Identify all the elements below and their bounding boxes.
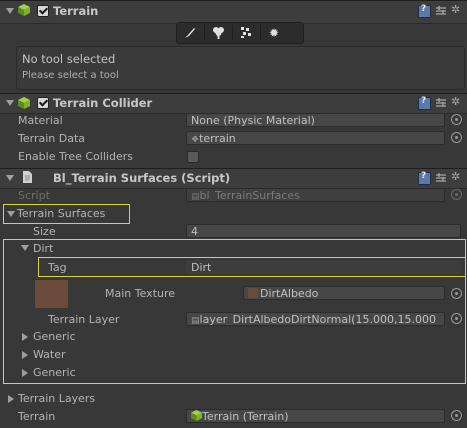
tag-field[interactable]: Dirt <box>186 260 461 274</box>
script-help-icon[interactable] <box>418 171 431 185</box>
size-field[interactable]: 4 <box>186 224 461 238</box>
terrain-ref-picker-icon[interactable] <box>451 410 462 421</box>
tag-label: Tag <box>48 261 67 274</box>
terrain-ref-icon <box>191 410 202 421</box>
terrain-title: Terrain <box>53 4 99 18</box>
material-label: Material <box>18 114 63 127</box>
script-foldout-arrow[interactable] <box>6 175 14 181</box>
dirt-foldout-arrow[interactable] <box>21 245 29 251</box>
main-texture-swatch <box>248 288 258 298</box>
terrain-enabled-checkbox[interactable] <box>37 5 49 17</box>
collider-foldout-arrow[interactable] <box>6 100 14 106</box>
script-field: ▤bl_TerrainSurfaces <box>186 188 445 202</box>
terrain-ref-label: Terrain <box>18 410 56 423</box>
tree-colliders-label: Enable Tree Colliders <box>18 150 133 163</box>
toolbar-divider <box>204 25 205 40</box>
toolbar-divider <box>260 25 261 40</box>
terrain-data-asset-icon: ❖ <box>191 135 200 145</box>
water-foldout-arrow[interactable] <box>22 351 28 359</box>
terrain-ref-value: Terrain (Terrain) <box>202 410 289 423</box>
script-value: bl_TerrainSurfaces <box>199 189 300 202</box>
terrain-layer-picker-icon[interactable] <box>451 313 462 324</box>
terrain-presets-icon[interactable] <box>435 5 447 17</box>
generic-foldout-arrow[interactable] <box>22 369 28 377</box>
terrain-data-picker-icon[interactable] <box>451 132 462 143</box>
terrain-layer-value: layer_DirtAlbedoDirtNormal(15.000,15.000 <box>199 313 436 326</box>
list-item-generic-2[interactable]: Generic <box>33 366 76 379</box>
collider-help-icon[interactable] <box>418 96 431 110</box>
toolbar-divider <box>232 25 233 40</box>
main-texture-preview[interactable] <box>35 280 68 308</box>
terrain-foldout-arrow[interactable] <box>6 8 14 14</box>
script-presets-icon[interactable] <box>435 172 447 184</box>
terrain-layers-foldout-arrow[interactable] <box>8 395 14 403</box>
terrain-surfaces-label[interactable]: Terrain Surfaces <box>17 207 105 220</box>
list-item-water[interactable]: Water <box>33 348 66 361</box>
terrain-data-label: Terrain Data <box>18 132 85 145</box>
terrain-help-icon[interactable] <box>418 4 431 18</box>
script-asset-icon: ▤ <box>191 192 200 202</box>
collider-settings-gear-icon[interactable]: ✲ <box>451 95 460 108</box>
collider-enabled-checkbox[interactable] <box>37 97 49 109</box>
tool-status-box: No tool selected Please select a tool <box>16 46 465 90</box>
terrain-settings-gear-icon[interactable]: ✲ <box>451 3 460 16</box>
collider-component-icon <box>18 97 30 109</box>
terrain-layer-label: Terrain Layer <box>48 313 120 326</box>
terrain-ref-field[interactable]: Terrain (Terrain) <box>186 409 445 423</box>
status-title: No tool selected <box>22 52 116 66</box>
terrain-data-field[interactable]: ❖terrain <box>186 131 445 145</box>
generic-foldout-arrow[interactable] <box>22 333 28 341</box>
script-label: Script <box>18 189 50 202</box>
detail-icon[interactable] <box>233 23 259 42</box>
main-texture-value: DirtAlbedo <box>260 287 319 300</box>
terrain-toolbar: ✹ <box>176 22 304 44</box>
terrain-layers-label[interactable]: Terrain Layers <box>18 392 95 405</box>
terrain-surfaces-foldout-arrow[interactable] <box>7 211 15 217</box>
main-texture-picker-icon[interactable] <box>451 288 462 299</box>
material-picker-icon[interactable] <box>451 114 462 125</box>
list-item-generic-1[interactable]: Generic <box>33 330 76 343</box>
main-texture-label: Main Texture <box>105 287 176 300</box>
dirt-label[interactable]: Dirt <box>33 242 53 255</box>
collider-title: Terrain Collider <box>53 96 153 110</box>
paint-brush-icon[interactable] <box>177 23 203 42</box>
collider-presets-icon[interactable] <box>435 97 447 109</box>
terrain-layer-asset-icon: ▤ <box>191 316 200 326</box>
terrain-component-icon <box>18 4 30 16</box>
main-texture-field[interactable]: DirtAlbedo <box>243 286 445 300</box>
terrain-data-value: terrain <box>199 132 236 145</box>
settings-gear-icon[interactable]: ✹ <box>261 23 287 42</box>
script-file-icon <box>23 171 32 183</box>
script-title: Bl_Terrain Surfaces (Script) <box>53 171 231 185</box>
tree-colliders-checkbox[interactable] <box>187 151 199 163</box>
size-label: Size <box>33 225 56 238</box>
script-picker-icon <box>451 189 462 200</box>
script-settings-gear-icon[interactable]: ✲ <box>451 170 460 183</box>
status-subtitle: Please select a tool <box>22 70 119 81</box>
material-field[interactable]: None (Physic Material) <box>186 113 445 127</box>
terrain-layer-field[interactable]: ▤layer_DirtAlbedoDirtNormal(15.000,15.00… <box>186 312 445 326</box>
tree-icon[interactable] <box>205 23 231 42</box>
